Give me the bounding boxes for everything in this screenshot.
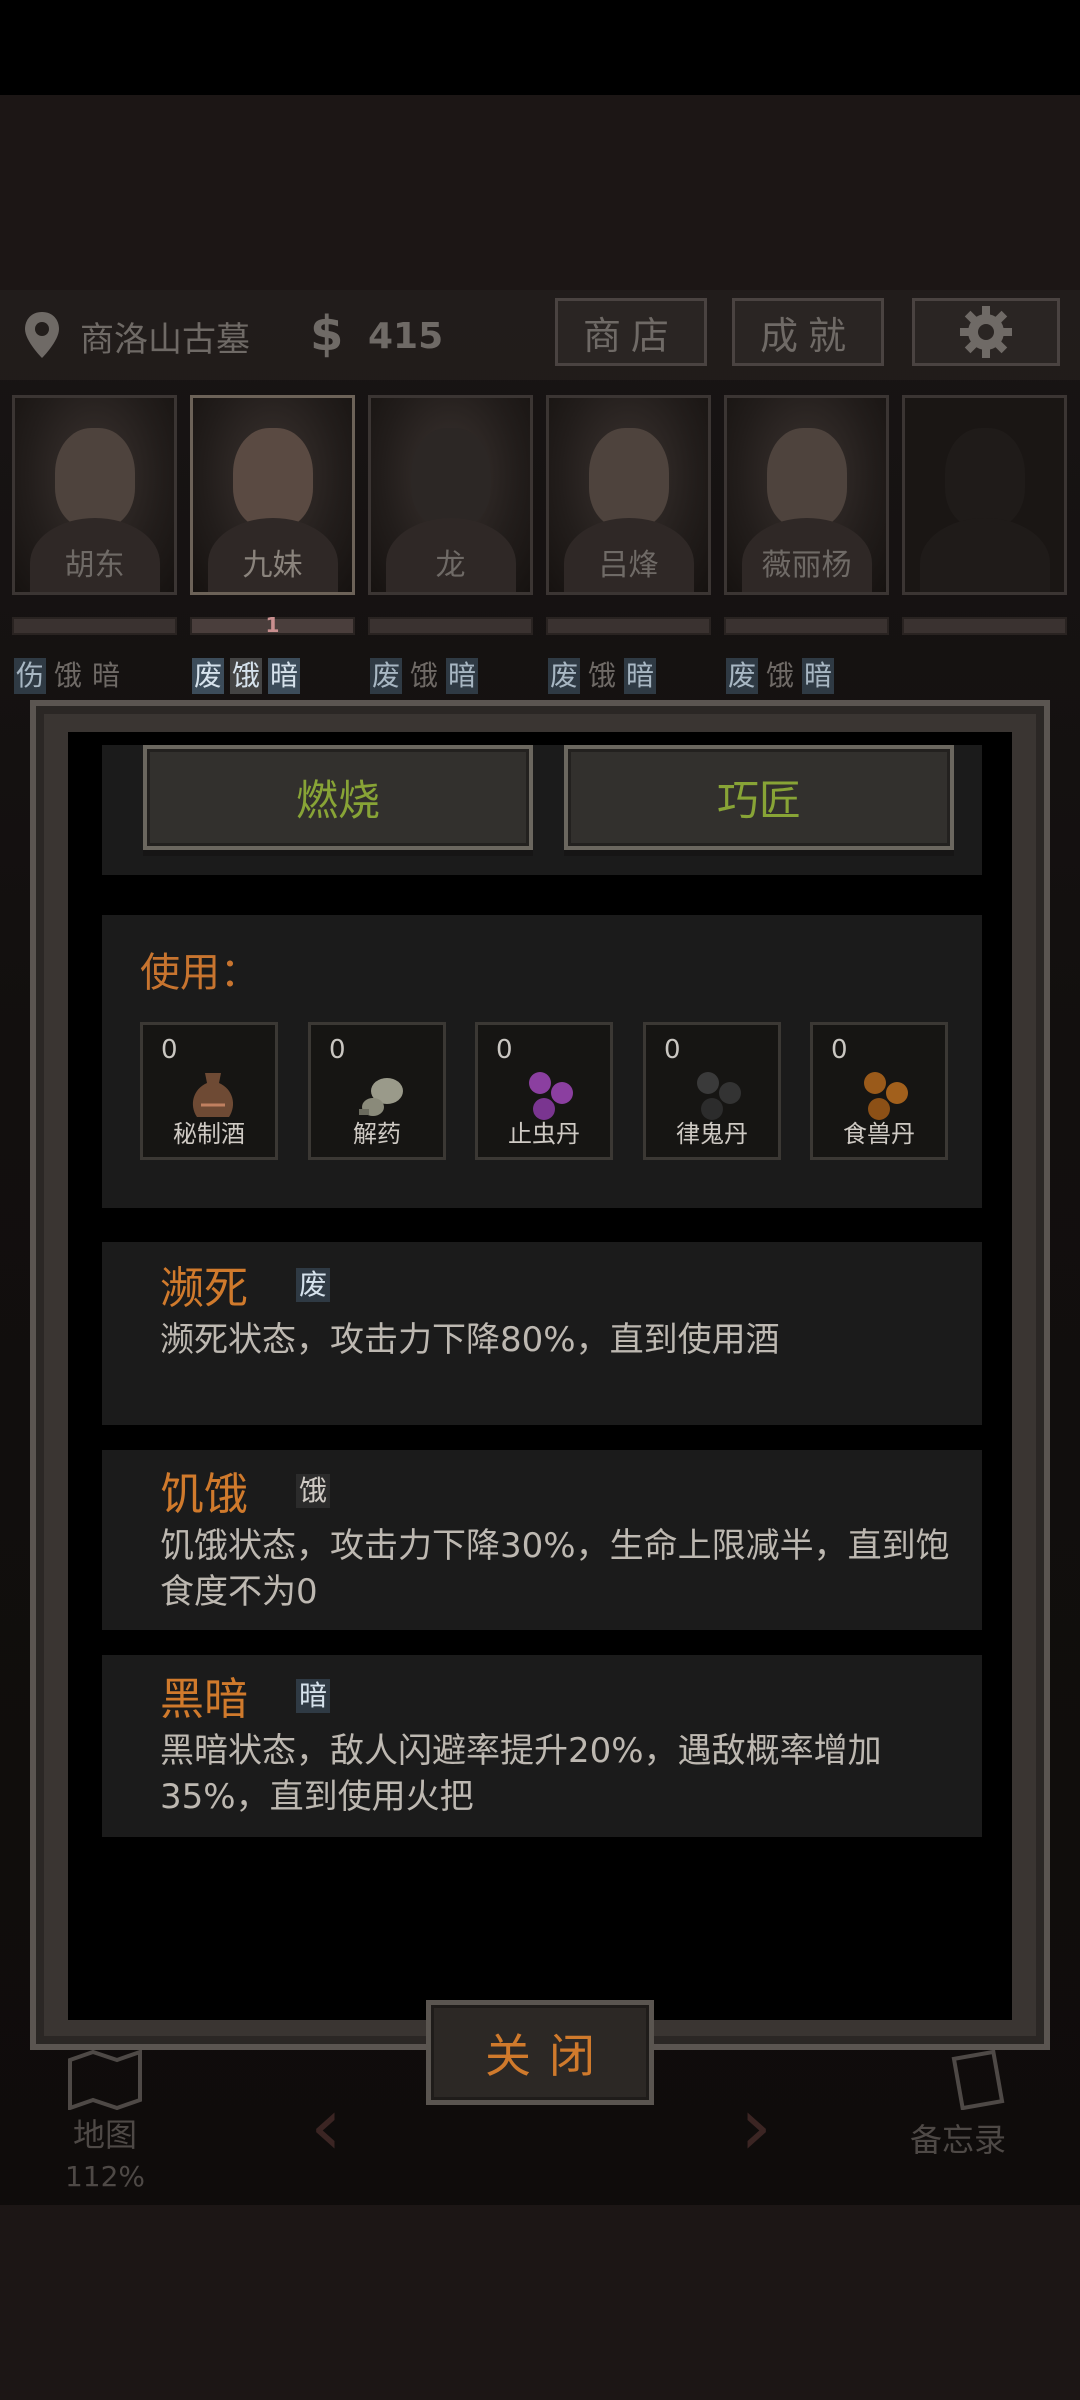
portrait-face bbox=[55, 428, 135, 528]
map-label: 地图 bbox=[72, 2116, 137, 2154]
status-tag: 饿 bbox=[588, 659, 617, 692]
character-name: 薇丽杨 bbox=[761, 548, 852, 583]
portrait-long[interactable]: 龙 bbox=[368, 395, 533, 595]
item-count: 0 bbox=[496, 1035, 513, 1065]
item-name: 律鬼丹 bbox=[676, 1120, 748, 1148]
portrait-jiumei[interactable]: 九妹 bbox=[190, 395, 355, 595]
money-icon: $ bbox=[310, 306, 344, 362]
memo-icon bbox=[951, 2050, 1005, 2110]
map-button[interactable]: 地图 112% bbox=[30, 2050, 180, 2205]
settings-button[interactable] bbox=[912, 298, 1060, 366]
status-tag: 废 bbox=[370, 658, 403, 694]
status-title: 黑暗 bbox=[160, 1674, 248, 1725]
status-tag: 废 bbox=[192, 658, 225, 694]
item-slot-shishou-pill[interactable]: 0 食兽丹 bbox=[810, 1022, 948, 1160]
close-button[interactable]: 关闭 bbox=[426, 2000, 654, 2105]
status-tags: 废 饿 暗 bbox=[370, 658, 479, 694]
map-icon bbox=[68, 2050, 142, 2110]
portrait-body bbox=[920, 518, 1050, 592]
item-count: 0 bbox=[161, 1035, 178, 1065]
status-tag: 废 bbox=[726, 658, 759, 694]
map-progress: 112% bbox=[64, 2160, 146, 2193]
portrait-face bbox=[767, 428, 847, 528]
status-title: 饥饿 bbox=[160, 1469, 248, 1520]
portrait-empty-slot[interactable] bbox=[902, 395, 1067, 595]
hp-bar bbox=[546, 617, 711, 635]
portrait-face bbox=[589, 428, 669, 528]
item-name: 止虫丹 bbox=[508, 1120, 580, 1148]
status-tag: 废 bbox=[296, 1268, 331, 1302]
money-amount: 415 bbox=[368, 316, 444, 357]
status-tag: 饿 bbox=[230, 658, 263, 694]
burn-button[interactable]: 燃烧 bbox=[143, 745, 533, 850]
location-pin-icon bbox=[25, 312, 59, 358]
character-name: 龙 bbox=[435, 548, 466, 583]
character-name: 吕烽 bbox=[598, 548, 659, 583]
item-slot-zhichong-pill[interactable]: 0 止虫丹 bbox=[475, 1022, 613, 1160]
hp-bar bbox=[368, 617, 533, 635]
status-tags: 废 饿 暗 bbox=[726, 658, 835, 694]
status-tag: 暗 bbox=[802, 658, 835, 694]
status-description: 黑暗状态，敌人闪避率提升20%，遇敌概率增加35%，直到使用火把 bbox=[160, 1731, 882, 1817]
status-tag: 暗 bbox=[446, 658, 479, 694]
item-slot-antidote[interactable]: 0 解药 bbox=[308, 1022, 446, 1160]
hp-bar bbox=[12, 617, 177, 635]
status-tag: 饿 bbox=[766, 659, 795, 692]
character-name: 胡东 bbox=[64, 548, 125, 583]
status-tag: 暗 bbox=[296, 1679, 331, 1713]
status-tags: 伤 饿 暗 bbox=[14, 658, 122, 694]
craftsman-button[interactable]: 巧匠 bbox=[564, 745, 954, 850]
upper-band bbox=[0, 95, 1080, 290]
character-name: 九妹 bbox=[242, 548, 303, 583]
status-description: 濒死状态，攻击力下降80%，直到使用酒 bbox=[160, 1320, 780, 1360]
achievements-button[interactable]: 成就 bbox=[732, 298, 884, 366]
item-name: 秘制酒 bbox=[173, 1120, 245, 1148]
gear-icon bbox=[960, 306, 1012, 358]
location-name: 商洛山古墓 bbox=[80, 320, 250, 360]
memo-button[interactable]: 备忘录 bbox=[910, 2115, 1006, 2161]
status-description: 饥饿状态，攻击力下降30%，生命上限减半，直到饱食度不为0 bbox=[160, 1526, 950, 1612]
portrait-lvfeng[interactable]: 吕烽 bbox=[546, 395, 711, 595]
shop-button[interactable]: 商店 bbox=[555, 298, 707, 366]
status-tag: 伤 bbox=[14, 658, 47, 694]
portrait-face bbox=[233, 428, 313, 528]
status-tag: 废 bbox=[548, 658, 581, 694]
lower-band bbox=[0, 2205, 1080, 2400]
hp-bar bbox=[902, 617, 1067, 635]
portrait-hudong[interactable]: 胡东 bbox=[12, 395, 177, 595]
portrait-face bbox=[411, 428, 491, 528]
left-arrow-icon[interactable]: ‹ bbox=[310, 2080, 342, 2173]
hp-bar: 1 bbox=[190, 613, 355, 637]
item-count: 0 bbox=[329, 1035, 346, 1065]
hp-value: 1 bbox=[265, 613, 280, 637]
status-tag: 暗 bbox=[268, 658, 301, 694]
item-slot-lvgui-pill[interactable]: 0 律鬼丹 bbox=[643, 1022, 781, 1160]
right-arrow-icon[interactable]: › bbox=[740, 2080, 772, 2173]
portrait-face bbox=[945, 428, 1025, 528]
status-tag: 暗 bbox=[92, 659, 121, 692]
status-tag: 饿 bbox=[54, 659, 83, 692]
status-tag: 饿 bbox=[410, 659, 439, 692]
portrait-weiliyang[interactable]: 薇丽杨 bbox=[724, 395, 889, 595]
status-tag: 饿 bbox=[296, 1474, 331, 1508]
item-slot-wine[interactable]: 0 秘制酒 bbox=[140, 1022, 278, 1160]
status-tags: 废 饿 暗 bbox=[548, 658, 657, 694]
item-count: 0 bbox=[664, 1035, 681, 1065]
status-tag: 暗 bbox=[624, 658, 657, 694]
item-name: 食兽丹 bbox=[843, 1120, 915, 1148]
hp-bar bbox=[724, 617, 889, 635]
item-count: 0 bbox=[831, 1035, 848, 1065]
item-name: 解药 bbox=[353, 1120, 401, 1148]
status-title: 濒死 bbox=[160, 1263, 248, 1314]
status-bar-area bbox=[0, 0, 1080, 95]
use-label: 使用： bbox=[140, 950, 260, 996]
status-tags: 废 饿 暗 bbox=[192, 658, 301, 694]
